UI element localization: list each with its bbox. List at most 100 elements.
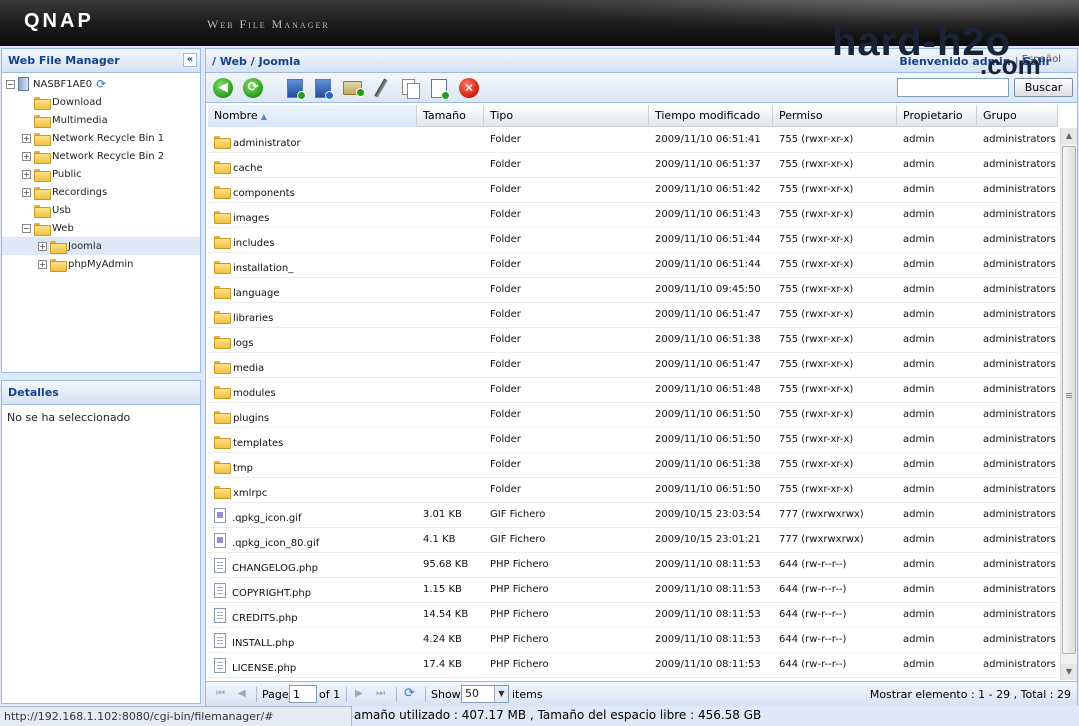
- table-row[interactable]: libraries Folder 2009/11/10 06:51:47 755 (r…: [208, 303, 1058, 328]
- column-size-header[interactable]: Tamaño: [417, 105, 484, 127]
- cell-text: 777 (rwxrwxrwx): [779, 509, 864, 520]
- column-header-label: Tamaño: [423, 109, 466, 122]
- tree-node[interactable]: + Public: [2, 165, 200, 183]
- tree-node[interactable]: − Web: [2, 219, 200, 237]
- cell-text: admin: [903, 584, 935, 595]
- table-row[interactable]: COPYRIGHT.php 1.15 KB PHP Fichero 2009/11/1…: [208, 578, 1058, 603]
- column-permission-header[interactable]: Permiso: [773, 105, 897, 127]
- cell-text: admin: [903, 509, 935, 520]
- expand-icon[interactable]: +: [22, 133, 31, 143]
- column-modified-cell: 2009/11/10 06:51:38: [649, 453, 773, 477]
- table-row[interactable]: language Folder 2009/11/10 09:45:50 755 (rw…: [208, 278, 1058, 303]
- cell-text: administrators: [983, 659, 1056, 670]
- column-owner-cell: admin: [897, 253, 977, 277]
- table-row[interactable]: installation_ Folder 2009/11/10 06:51:44 75…: [208, 253, 1058, 278]
- expand-icon[interactable]: +: [38, 259, 47, 269]
- expand-icon[interactable]: +: [22, 187, 31, 197]
- tree-node[interactable]: − NASBF1AE0 ⟳: [2, 75, 200, 93]
- tree-node[interactable]: + phpMyAdmin: [2, 255, 200, 273]
- next-page-icon[interactable]: ▶: [355, 688, 363, 699]
- pager-refresh-icon[interactable]: ⟳: [404, 686, 415, 701]
- first-page-icon[interactable]: ⏮: [216, 688, 225, 699]
- search-button[interactable]: Buscar: [1014, 78, 1073, 97]
- tree-node[interactable]: + Network Recycle Bin 1: [2, 129, 200, 147]
- delete-button[interactable]: ✕: [458, 77, 480, 99]
- scroll-thumb[interactable]: [1062, 146, 1076, 654]
- table-row[interactable]: media Folder 2009/11/10 06:51:47 755 (rwxr-…: [208, 353, 1058, 378]
- table-row[interactable]: includes Folder 2009/11/10 06:51:44 755 (rw…: [208, 228, 1058, 253]
- table-row[interactable]: cache Folder 2009/11/10 06:51:37 755 (rwxr-…: [208, 153, 1058, 178]
- column-owner-header[interactable]: Propietario: [897, 105, 977, 127]
- cell-text: administrators: [983, 634, 1056, 645]
- page-number-input[interactable]: [289, 685, 317, 703]
- download-button[interactable]: [312, 77, 334, 100]
- table-row[interactable]: modules Folder 2009/11/10 06:51:48 755 (rwx…: [208, 378, 1058, 403]
- scroll-up-icon[interactable]: ▲: [1061, 128, 1077, 144]
- table-row[interactable]: LICENSE.php 17.4 KB PHP Fichero 2009/11/10 …: [208, 653, 1058, 678]
- cell-text: PHP Fichero: [490, 559, 549, 570]
- details-text: No se ha seleccionado: [7, 411, 131, 424]
- move-button[interactable]: [428, 77, 450, 100]
- back-button[interactable]: ◀: [212, 77, 234, 99]
- refresh-button[interactable]: ⟳: [242, 77, 264, 99]
- column-modified-cell: 2009/11/10 08:11:53: [649, 603, 773, 627]
- browser-status-url: http://192.168.1.102:8080/cgi-bin/filema…: [0, 706, 352, 726]
- tree-node[interactable]: + Recordings: [2, 183, 200, 201]
- table-row[interactable]: administrator Folder 2009/11/10 06:51:41 75…: [208, 128, 1058, 153]
- tree-node[interactable]: Download: [2, 93, 200, 111]
- table-row[interactable]: INSTALL.php 4.24 KB PHP Fichero 2009/11/10 …: [208, 628, 1058, 653]
- folder-icon: [214, 311, 231, 324]
- table-row[interactable]: .qpkg_icon_80.gif 4.1 KB GIF Fichero 2009/1…: [208, 528, 1058, 553]
- cell-text: 755 (rwxr-xr-x): [779, 409, 854, 420]
- expand-icon[interactable]: +: [22, 169, 31, 179]
- collapse-icon[interactable]: −: [22, 223, 31, 233]
- copy-button[interactable]: [399, 77, 421, 99]
- table-row[interactable]: CHANGELOG.php 95.68 KB PHP Fichero 2009/11/…: [208, 553, 1058, 578]
- table-row[interactable]: xmlrpc Folder 2009/11/10 06:51:50 755 (rwxr…: [208, 478, 1058, 503]
- scroll-down-icon[interactable]: ▼: [1061, 664, 1077, 680]
- cell-text: admin: [903, 434, 935, 445]
- tree-node[interactable]: + Network Recycle Bin 2: [2, 147, 200, 165]
- cell-text: media: [233, 363, 265, 374]
- rename-button[interactable]: [370, 77, 392, 99]
- table-row[interactable]: CREDITS.php 14.54 KB PHP Fichero 2009/11/10…: [208, 603, 1058, 628]
- table-row[interactable]: plugins Folder 2009/11/10 06:51:50 755 (rwx…: [208, 403, 1058, 428]
- cell-text: 2009/10/15 23:03:54: [655, 509, 761, 520]
- tree-node[interactable]: Multimedia: [2, 111, 200, 129]
- cell-text: administrators: [983, 534, 1056, 545]
- tree-node[interactable]: + Joomla: [2, 237, 200, 255]
- column-type-header[interactable]: Tipo: [484, 105, 649, 127]
- file-browser-panel: / Web / Joomla Español Bienvenido admin |…: [205, 48, 1078, 706]
- cell-text: administrators: [983, 284, 1056, 295]
- tree-node[interactable]: Usb: [2, 201, 200, 219]
- table-row[interactable]: images Folder 2009/11/10 06:51:43 755 (rwxr…: [208, 203, 1058, 228]
- vertical-scrollbar[interactable]: ▲ ▼: [1060, 128, 1077, 680]
- new-folder-button[interactable]: [341, 77, 365, 99]
- prev-page-icon[interactable]: ◀: [238, 688, 246, 699]
- column-type-cell: Folder: [484, 228, 649, 252]
- table-row[interactable]: .qpkg_icon.gif 3.01 KB GIF Fichero 2009/10/…: [208, 503, 1058, 528]
- upload-button[interactable]: [284, 77, 306, 100]
- search-input[interactable]: [897, 78, 1009, 97]
- cell-text: LICENSE.php: [232, 663, 297, 674]
- column-group-header[interactable]: Grupo: [977, 105, 1058, 127]
- expand-icon[interactable]: +: [22, 151, 31, 161]
- last-page-icon[interactable]: ⏭: [376, 688, 385, 699]
- refresh-icon[interactable]: ⟳: [96, 77, 106, 91]
- table-row[interactable]: components Folder 2009/11/10 06:51:42 755 (…: [208, 178, 1058, 203]
- column-type-cell: Folder: [484, 303, 649, 327]
- expand-icon[interactable]: +: [38, 241, 47, 251]
- tree-node-label: Multimedia: [52, 114, 108, 126]
- column-name-header[interactable]: Nombre ▲: [208, 105, 417, 127]
- collapse-icon[interactable]: −: [6, 79, 15, 89]
- table-row[interactable]: templates Folder 2009/11/10 06:51:50 755 (r…: [208, 428, 1058, 453]
- column-modified-header[interactable]: Tiempo modificado: [649, 105, 773, 127]
- page-size-select[interactable]: 50 ▼: [461, 685, 509, 703]
- column-group-cell: administrators: [977, 378, 1058, 402]
- table-row[interactable]: tmp Folder 2009/11/10 06:51:38 755 (rwxr-xr…: [208, 453, 1058, 478]
- cell-text: 2009/11/10 06:51:44: [655, 259, 761, 270]
- column-modified-cell: 2009/11/10 06:51:47: [649, 303, 773, 327]
- cell-text: tmp: [233, 463, 254, 474]
- table-row[interactable]: logs Folder 2009/11/10 06:51:38 755 (rwxr-x…: [208, 328, 1058, 353]
- collapse-panel-button[interactable]: «: [183, 53, 197, 67]
